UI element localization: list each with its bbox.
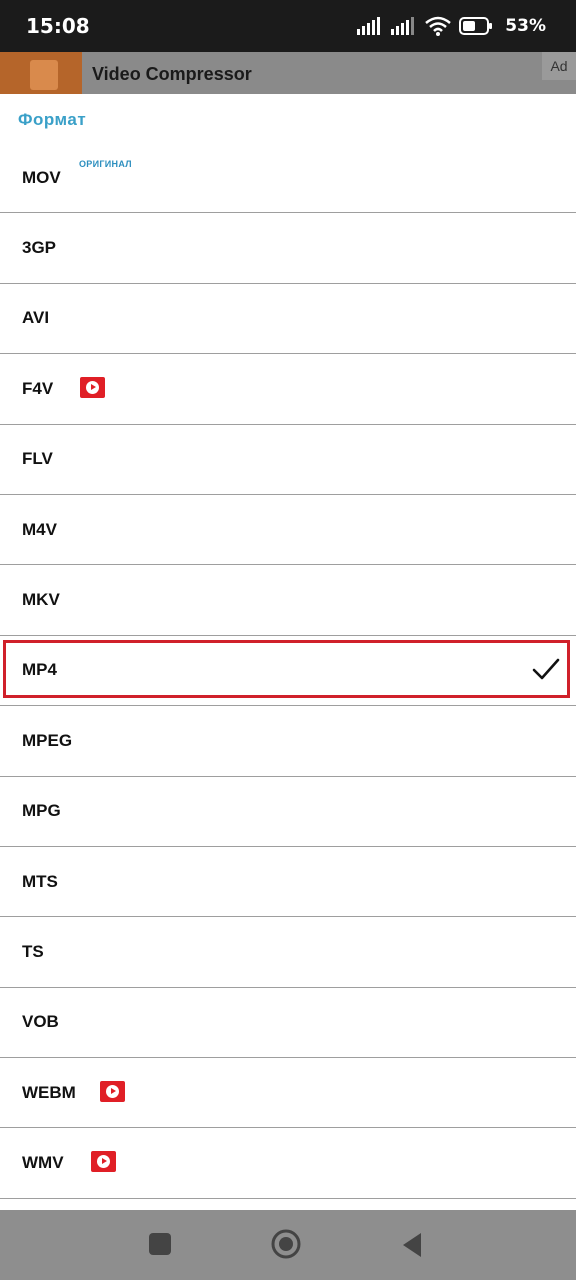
- recents-button[interactable]: [149, 1233, 171, 1255]
- status-bar: 15:08 53%: [0, 0, 576, 52]
- status-icons: 53%: [357, 14, 546, 38]
- system-nav-bar: [0, 1210, 576, 1280]
- format-label: 3GP: [22, 238, 57, 258]
- checkmark-icon: [532, 658, 560, 680]
- format-label: WEBM: [22, 1082, 76, 1102]
- format-option-mov[interactable]: MOV ОРИГИНАЛ: [0, 143, 576, 214]
- format-label: MP4: [22, 660, 57, 680]
- home-button[interactable]: [270, 1228, 302, 1260]
- original-badge: ОРИГИНАЛ: [79, 159, 132, 169]
- format-option-flv[interactable]: FLV: [0, 425, 576, 495]
- sheet-title: Формат: [18, 110, 87, 129]
- format-option-mts[interactable]: MTS: [0, 847, 576, 918]
- format-option-3gp[interactable]: 3GP: [0, 213, 576, 284]
- play-badge-icon: [80, 377, 105, 399]
- format-option-m4v[interactable]: M4V: [0, 495, 576, 566]
- status-time: 15:08: [26, 14, 90, 38]
- signal-icon: [391, 17, 415, 35]
- battery-percent: 53%: [505, 16, 546, 36]
- format-label: AVI: [22, 308, 50, 328]
- format-option-ts[interactable]: TS: [0, 917, 576, 988]
- back-button[interactable]: [401, 1232, 423, 1258]
- ad-badge: Ad: [542, 52, 576, 80]
- format-label: MPEG: [22, 730, 73, 750]
- format-label: FLV: [22, 449, 53, 469]
- format-label: MPG: [22, 801, 61, 821]
- format-label: MOV: [22, 167, 61, 187]
- format-label: F4V: [22, 378, 54, 398]
- format-label: WMV: [22, 1153, 64, 1173]
- format-label: MTS: [22, 871, 58, 891]
- format-label: MKV: [22, 590, 60, 610]
- format-option-wmv[interactable]: WMV: [0, 1128, 576, 1199]
- battery-icon: [459, 17, 493, 35]
- format-option-vob[interactable]: VOB: [0, 988, 576, 1059]
- format-label: M4V: [22, 519, 57, 539]
- ad-title: Video Compressor: [92, 64, 252, 84]
- format-option-mpg[interactable]: MPG: [0, 777, 576, 847]
- play-badge-icon: [91, 1151, 116, 1173]
- format-label: TS: [22, 941, 44, 961]
- selection-highlight: [3, 639, 570, 698]
- format-sheet: Формат MOV ОРИГИНАЛ 3GP AVI F4V FLV M4V …: [0, 94, 576, 1210]
- format-option-f4v[interactable]: F4V: [0, 354, 576, 425]
- format-option-mpeg[interactable]: MPEG: [0, 706, 576, 777]
- format-label: VOB: [22, 1012, 59, 1032]
- format-option-webm[interactable]: WEBM: [0, 1058, 576, 1129]
- format-option-avi[interactable]: AVI: [0, 284, 576, 355]
- wifi-icon: [425, 16, 452, 36]
- format-list: MOV ОРИГИНАЛ 3GP AVI F4V FLV M4V MKV MP4: [0, 143, 576, 1199]
- play-badge-icon: [100, 1081, 125, 1103]
- format-option-mkv[interactable]: MKV: [0, 565, 576, 636]
- ad-app-icon: [0, 52, 82, 94]
- format-option-mp4[interactable]: MP4: [0, 636, 576, 707]
- signal-icon: [357, 17, 381, 35]
- ad-banner[interactable]: Video Compressor Ad: [0, 52, 576, 94]
